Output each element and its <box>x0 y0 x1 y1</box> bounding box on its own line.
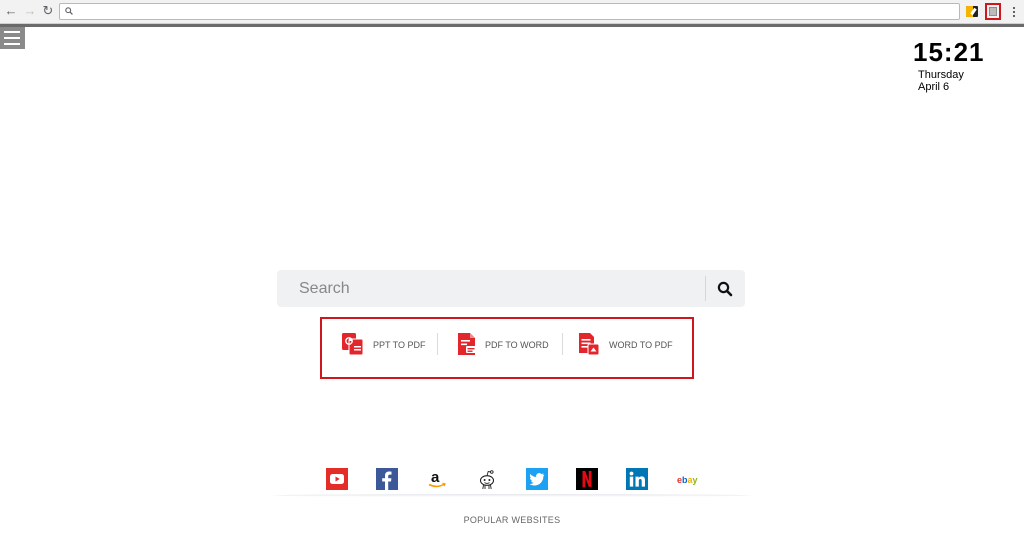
tool-separator <box>437 333 438 355</box>
svg-text:ebay: ebay <box>677 475 698 485</box>
toolbar-divider <box>0 24 1024 27</box>
linkedin-icon[interactable] <box>626 468 648 490</box>
hamburger-menu-icon[interactable] <box>0 27 25 49</box>
search-icon <box>65 7 73 15</box>
ppt-to-pdf-label: PPT TO PDF <box>373 340 426 350</box>
facebook-icon[interactable] <box>376 468 398 490</box>
search-input[interactable] <box>299 278 699 300</box>
ppt-to-pdf-icon <box>342 333 364 356</box>
pdf-to-word-button[interactable]: PDF TO WORD <box>454 330 554 358</box>
clock-date: April 6 <box>918 81 950 93</box>
popular-websites-label: POPULAR WEBSITES <box>463 515 561 525</box>
back-arrow-icon[interactable]: ← <box>4 4 18 18</box>
ebay-icon[interactable]: ebay <box>676 468 698 490</box>
search-divider <box>705 276 706 301</box>
browser-menu-icon[interactable] <box>1008 3 1020 20</box>
extension-icon[interactable] <box>966 6 978 17</box>
converter-extension-icon[interactable] <box>985 3 1001 20</box>
word-to-pdf-button[interactable]: WORD TO PDF <box>577 330 677 358</box>
clock-time: 15:21 <box>913 37 985 67</box>
netflix-icon[interactable] <box>576 468 598 490</box>
search-button-icon[interactable] <box>716 280 734 298</box>
word-to-pdf-icon <box>579 333 600 356</box>
ppt-to-pdf-button[interactable]: PPT TO PDF <box>341 330 431 358</box>
forward-arrow-icon[interactable]: → <box>23 4 37 18</box>
reload-icon[interactable]: ↻ <box>41 4 55 18</box>
address-input[interactable] <box>78 5 948 18</box>
twitter-icon[interactable] <box>526 468 548 490</box>
popular-websites-shelf <box>272 494 752 497</box>
reddit-icon[interactable] <box>476 468 498 490</box>
svg-text:a: a <box>431 469 440 486</box>
pdf-to-word-icon <box>458 333 476 355</box>
youtube-icon[interactable] <box>326 468 348 490</box>
pdf-to-word-label: PDF TO WORD <box>485 340 549 350</box>
clock-day: Thursday <box>918 69 964 81</box>
tool-separator <box>562 333 563 355</box>
word-to-pdf-label: WORD TO PDF <box>609 340 673 350</box>
search-box <box>277 270 745 307</box>
amazon-icon[interactable]: a <box>426 468 448 490</box>
address-bar[interactable] <box>59 3 960 20</box>
